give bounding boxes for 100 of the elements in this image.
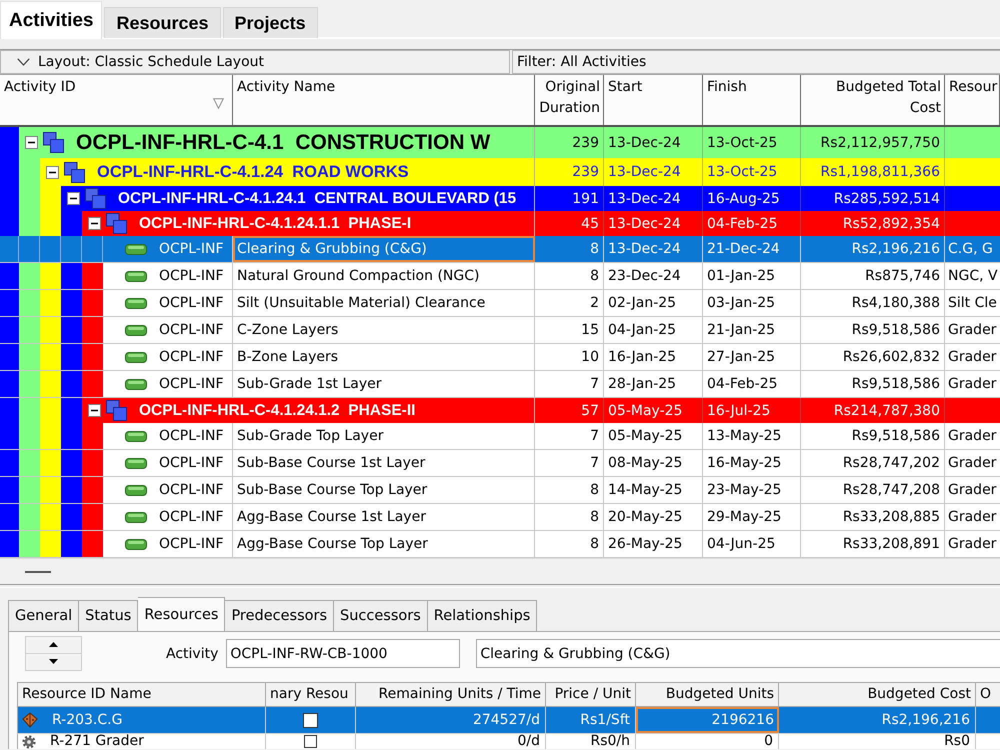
column-header[interactable]: Start [604, 75, 703, 125]
finish-cell: 03-Jan-25 [703, 290, 801, 316]
detail-tab[interactable]: Resources [138, 597, 226, 631]
wbs-band [40, 263, 61, 289]
collapse-icon[interactable] [88, 404, 101, 417]
detail-tab[interactable]: Relationships [428, 600, 538, 631]
resource-row[interactable]: R-271 Grader 0/d Rs0/h 0 Rs0 [17, 734, 1000, 749]
resources-cell-text: Grader [947, 508, 998, 527]
brick-icon [22, 712, 38, 728]
gear-icon [22, 734, 36, 748]
finish-cell: 13-May-25 [703, 423, 801, 449]
collapse-icon[interactable] [46, 166, 59, 178]
activity-row[interactable]: OCPL-INF Sub-Grade 1st Layer 7 28-Jan-25 04-Feb-25 Rs9,518,586 Grader [0, 371, 1000, 398]
wbs-band [61, 423, 82, 449]
activity-row[interactable]: OCPL-INF Sub-Grade Top Layer 7 05-May-25 13-May-25 Rs9,518,586 Grader [0, 423, 1000, 450]
resources-cell-text: Grader [947, 535, 998, 554]
wbs-band [82, 371, 103, 397]
activity-row[interactable]: OCPL-INF B-Zone Layers 10 16-Jan-25 27-Jan-25 Rs26,602,832 Grader [0, 344, 1000, 371]
resource-name: R-271 Grader [50, 734, 144, 749]
wbs-band [0, 371, 19, 397]
view-tab[interactable]: Projects [222, 7, 318, 38]
up-arrow-icon [49, 642, 58, 648]
detail-tab[interactable]: General [8, 600, 80, 631]
task-bar-icon [125, 430, 147, 442]
activity-row[interactable]: OCPL-INF Agg-Base Course 1st Layer 8 20-May-25 29-May-25 Rs33,208,885 Grader [0, 504, 1000, 531]
activity-id: OCPL-INF [159, 322, 224, 338]
activity-row[interactable]: OCPL-INF Sub-Base Course Top Layer 8 14-May-25 23-May-25 Rs28,747,208 Grader [0, 477, 1000, 504]
column-header[interactable]: Activity Name [233, 75, 535, 125]
wbs-row[interactable]: OCPL-INF-HRL-C-4.1.24.1.2 PHASE-II 57 05-May-25 16-Jul-25 Rs214,787,380 [0, 398, 1000, 423]
table-cell: Rs0/h [546, 734, 636, 749]
table-cell: 274527/d [356, 707, 546, 733]
resources-cell-text: Grader [947, 454, 998, 473]
activity-row[interactable]: OCPL-INF Silt (Unsuitable Material) Clearance 2 02-Jan-25 03-Jan-25 Rs4,180,388 Silt Cle [0, 290, 1000, 317]
resources-cell-text: Grader [947, 481, 998, 500]
column-header[interactable]: Budgeted Units [636, 683, 779, 706]
column-header[interactable]: Resour [945, 75, 1000, 125]
column-header[interactable]: nary Resou [266, 683, 356, 706]
start-cell: 04-Jan-25 [604, 317, 703, 343]
activity-id: OCPL-INF [159, 428, 224, 444]
collapse-icon[interactable] [67, 192, 80, 205]
column-header[interactable]: Budgeted Cost [779, 683, 976, 706]
wbs-row[interactable]: OCPL-INF-HRL-C-4.1 CONSTRUCTION W 239 13-Dec-24 13-Oct-25 Rs2,112,957,750 [0, 127, 1000, 158]
detail-tab[interactable]: Status [79, 600, 138, 631]
table-cell: 0 [636, 734, 779, 749]
start-cell: 02-Jan-25 [604, 290, 703, 316]
filter-button[interactable]: Filter: All Activities [512, 50, 1000, 74]
activity-row[interactable]: OCPL-INF Natural Ground Compaction (NGC) 8 23-Dec-24 01-Jan-25 Rs875,746 NGC, V [0, 263, 1000, 290]
activity-name-field[interactable]: Clearing & Grubbing (C&G) [476, 639, 1000, 668]
checkbox[interactable] [304, 735, 317, 748]
column-header[interactable]: Original Duration [535, 75, 604, 125]
wbs-band [40, 504, 61, 530]
detail-tab[interactable]: Successors [334, 600, 428, 631]
wbs-row[interactable]: OCPL-INF-HRL-C-4.1.24.1.1 PHASE-I 45 13-Dec-24 04-Feb-25 Rs52,892,354 [0, 211, 1000, 236]
wbs-band [40, 290, 61, 316]
move-up-button[interactable] [25, 636, 82, 654]
collapse-icon[interactable] [88, 217, 101, 230]
wbs-icon [106, 213, 127, 234]
column-header[interactable]: Resource ID Name [18, 683, 266, 706]
activity-row[interactable]: OCPL-INF Sub-Base Course 1st Layer 7 08-May-25 16-May-25 Rs28,747,202 Grader [0, 450, 1000, 477]
task-bar-icon [125, 298, 147, 308]
column-header[interactable]: Finish [703, 75, 801, 125]
checkbox[interactable] [303, 712, 318, 728]
wbs-row[interactable]: OCPL-INF-HRL-C-4.1.24.1 CENTRAL BOULEVARD (15 191 13-Dec-24 16-Aug-25 Rs285,592,514 [0, 186, 1000, 211]
collapse-icon[interactable] [25, 136, 38, 149]
resource-name: R-203.C.G [52, 712, 122, 728]
column-header[interactable]: Activity ID [4, 77, 76, 98]
resource-row[interactable]: R-203.C.G 274527/d Rs1/Sft 2196216 Rs2,196,216 [17, 707, 1000, 734]
task-bar-icon [125, 270, 147, 282]
wbs-row[interactable]: OCPL-INF-HRL-C-4.1.24 ROAD WORKS 239 13-Dec-24 13-Oct-25 Rs1,198,811,366 [0, 158, 1000, 186]
activity-row[interactable]: OCPL-INF Agg-Base Course Top Layer 8 26-May-25 04-Jun-25 Rs33,208,891 Grader [0, 531, 1000, 558]
cost-cell: Rs9,518,586 [801, 371, 945, 397]
activity-row[interactable]: OCPL-INF C-Zone Layers 15 04-Jan-25 21-Jan-25 Rs9,518,586 Grader [0, 317, 1000, 344]
column-header[interactable]: Remaining Units / Time [356, 683, 546, 706]
wbs-icon [85, 188, 106, 209]
move-down-button[interactable] [25, 654, 82, 671]
wbs-band [19, 504, 40, 530]
finish-cell: 23-May-25 [703, 477, 801, 503]
activity-name: B-Zone Layers [233, 344, 535, 370]
detail-tab[interactable]: Predecessors [225, 600, 334, 631]
column-header[interactable]: Price / Unit [546, 683, 636, 706]
view-tab[interactable]: Resources [104, 7, 221, 38]
finish-cell: 01-Jan-25 [703, 263, 801, 289]
view-tab[interactable]: Activities [0, 1, 102, 39]
wbs-band [82, 450, 103, 476]
wbs-band [61, 450, 82, 476]
task-bar-icon [125, 244, 147, 254]
activity-id: OCPL-INF [159, 536, 224, 552]
activity-id-field[interactable]: OCPL-INF-RW-CB-1000 [226, 639, 460, 668]
wbs-band [19, 477, 40, 503]
column-header[interactable]: Budgeted Total Cost [801, 75, 945, 125]
activity-row[interactable]: OCPL-INF Clearing & Grubbing (C&G) 8 13-Dec-24 21-Dec-24 Rs2,196,216 C.G, G [0, 236, 1000, 263]
layout-dropdown[interactable]: Layout: Classic Schedule Layout [0, 50, 510, 74]
wbs-band [0, 211, 19, 236]
activity-id: OCPL-INF [159, 509, 224, 525]
activity-id: OCPL-INF [159, 241, 224, 257]
wbs-band [61, 263, 82, 289]
start-cell: 20-May-25 [604, 504, 703, 530]
column-header[interactable]: O [976, 683, 1000, 706]
wbs-band [61, 290, 82, 316]
activity-id: OCPL-INF [159, 268, 224, 284]
